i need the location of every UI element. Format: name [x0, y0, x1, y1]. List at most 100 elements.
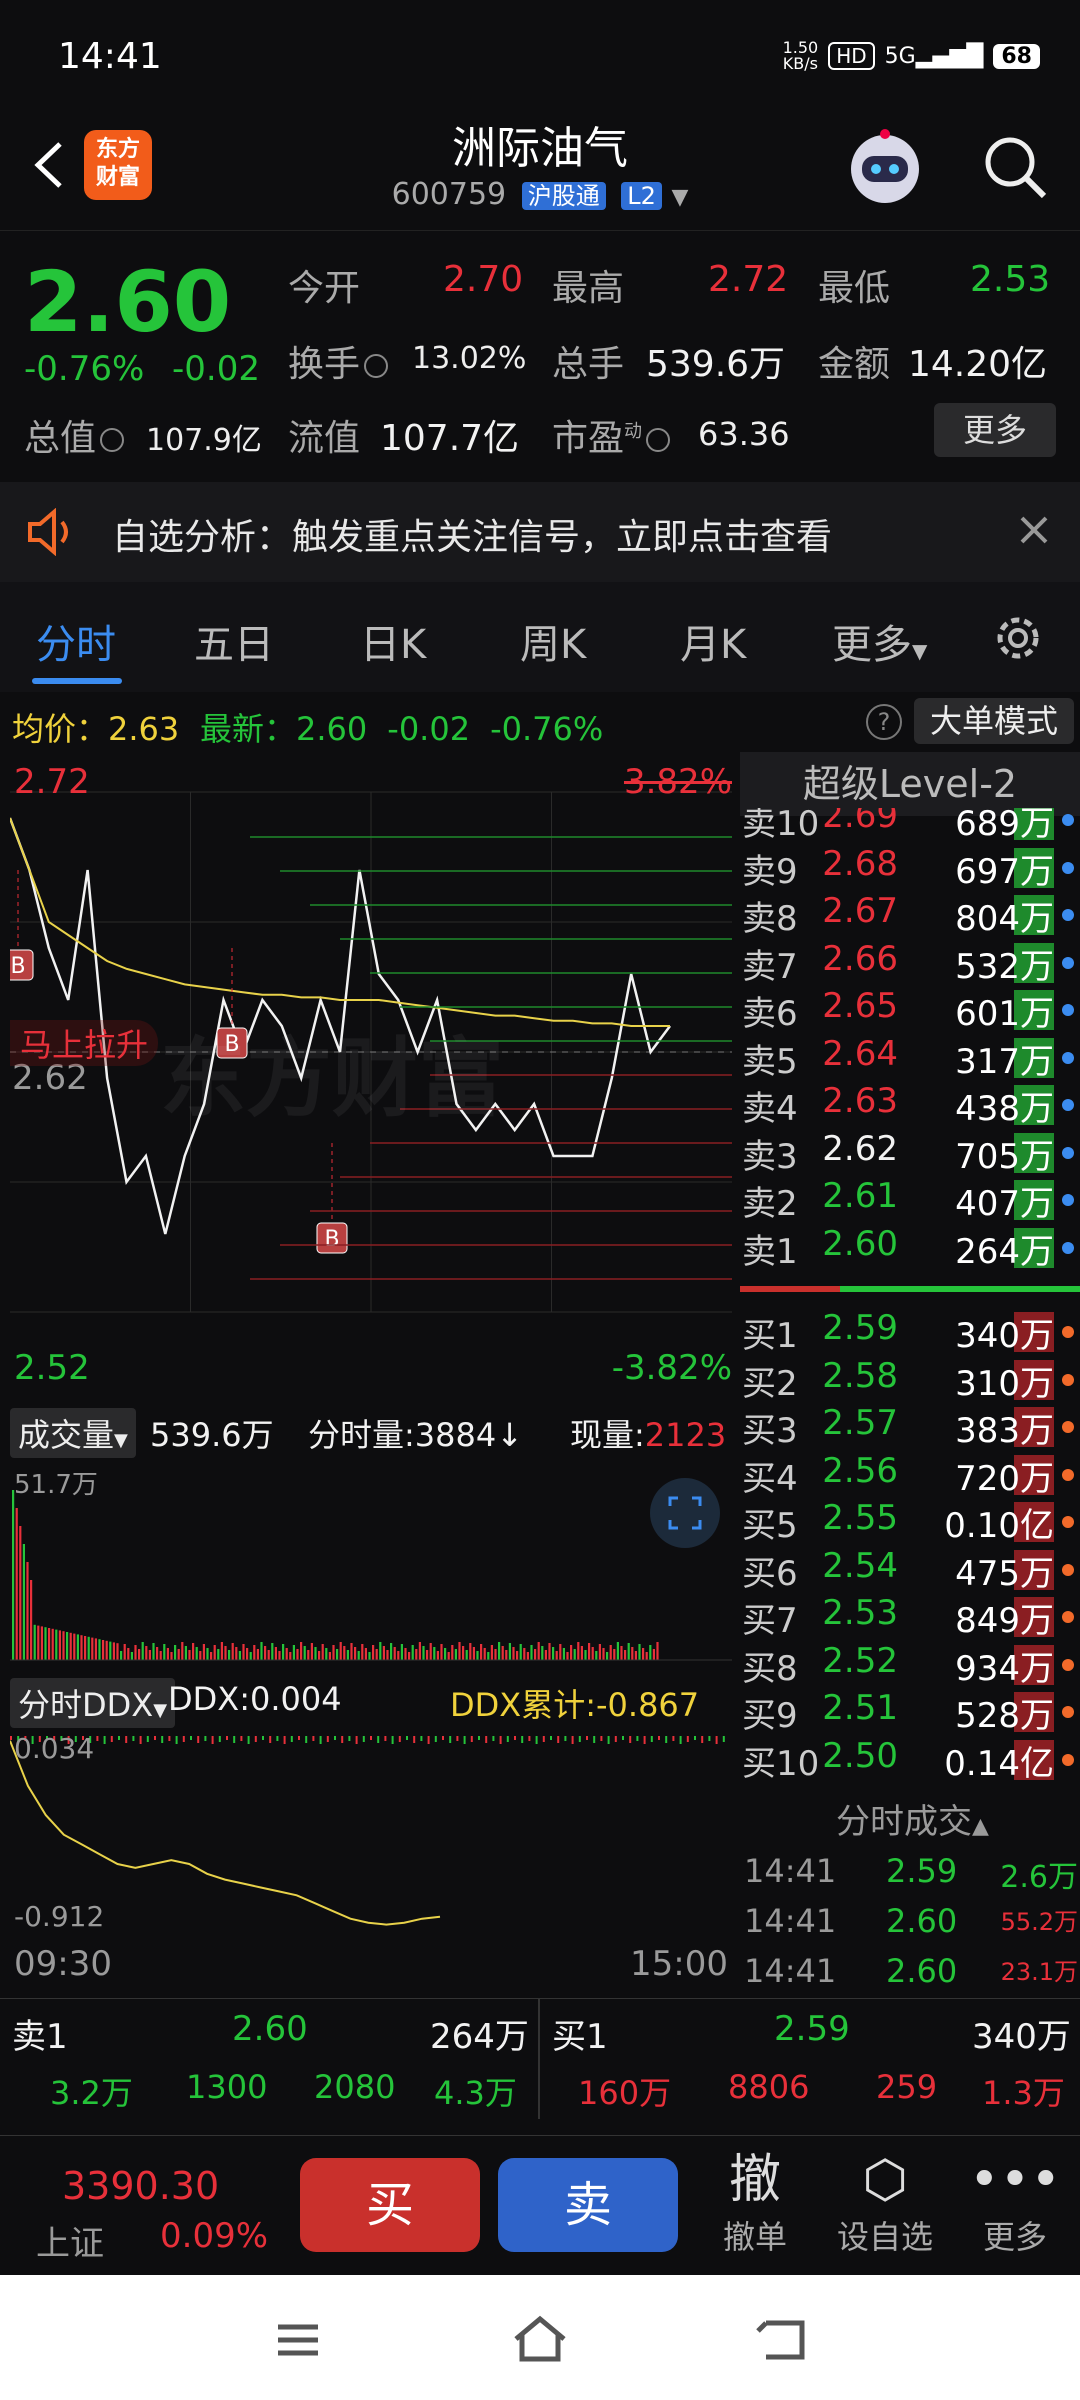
volume-bar: [386, 1650, 389, 1660]
tab-monthly-k[interactable]: 月K: [680, 612, 746, 670]
settings-gear-icon[interactable]: [990, 610, 1046, 666]
float-value: 107.7亿: [380, 418, 520, 459]
tab-five-day[interactable]: 五日: [194, 612, 274, 670]
bid-row[interactable]: 买5 2.55 0.10亿: [740, 1498, 1080, 1546]
header: 洲际油气 600759 沪股通 L2 ▼ 东方 财富: [0, 110, 1080, 230]
ddx-bar: [420, 1736, 423, 1741]
ddx-bar: [377, 1736, 380, 1743]
net-speed: 1.50 KB/s: [782, 38, 819, 73]
more-menu-button[interactable]: ••• 更多: [960, 2148, 1070, 2258]
bid-row[interactable]: 买10 2.50 0.14亿: [740, 1736, 1080, 1784]
ask-price: 2.61: [822, 1176, 898, 1216]
ask-dot-icon: [1062, 861, 1074, 874]
volume-bar: [271, 1643, 274, 1660]
volume-bar: [224, 1646, 227, 1660]
avg-price: 均价：2.63: [12, 710, 180, 748]
ask-row[interactable]: 卖9 2.68 697万: [740, 844, 1080, 892]
bid-row[interactable]: 买3 2.57 383万: [740, 1403, 1080, 1451]
volume-bar: [436, 1651, 439, 1660]
volume-bar: [55, 1629, 58, 1660]
volume-bar: [368, 1652, 371, 1660]
ask-row[interactable]: 卖2 2.61 407万: [740, 1176, 1080, 1224]
bottom-best-quote: 卖1 2.60 264万 买1 2.59 340万: [0, 1998, 1080, 2119]
close-icon[interactable]: [1014, 510, 1054, 550]
tab-intraday[interactable]: 分时: [36, 612, 116, 670]
bid-row[interactable]: 买2 2.58 310万: [740, 1356, 1080, 1404]
volume-bar: [440, 1644, 443, 1660]
ddx-bar: [427, 1736, 430, 1744]
ask-row[interactable]: 卖6 2.65 601万: [740, 986, 1080, 1034]
tab-weekly-k[interactable]: 周K: [520, 612, 586, 670]
order-book[interactable]: 超级Level-2 卖10 2.69 689万 卖9 2.68 697万 卖8 2.67 804…: [740, 752, 1080, 1992]
volume-bar: [40, 1626, 43, 1660]
bid-level-label: 买10: [742, 1743, 820, 1784]
buy-button[interactable]: 买: [300, 2158, 480, 2252]
volume-bar: [91, 1637, 94, 1660]
info-icon[interactable]: [364, 354, 389, 378]
ask-row[interactable]: 卖1 2.60 264万: [740, 1224, 1080, 1272]
more-quote-button[interactable]: 更多: [934, 403, 1056, 457]
bid-price: 2.55: [822, 1498, 898, 1538]
volume-bar: [318, 1651, 321, 1660]
ask-row[interactable]: 卖4 2.63 438万: [740, 1081, 1080, 1129]
signal-icon: 5G▂▄▆█: [884, 43, 984, 69]
volume-bar: [242, 1644, 245, 1660]
volume-bar: [73, 1633, 76, 1660]
status-icons: 1.50 KB/s HD 5G▂▄▆█ 68: [783, 40, 1040, 72]
cancel-order-button[interactable]: 撤 撤单: [700, 2148, 810, 2258]
trades-title[interactable]: 分时成交▲: [836, 1794, 989, 1843]
ddx-bar: [305, 1736, 308, 1743]
home-icon[interactable]: [508, 2309, 572, 2369]
ddx-selector[interactable]: 分时DDX▼: [10, 1678, 176, 1728]
info-icon[interactable]: [646, 428, 671, 452]
bid-row[interactable]: 买9 2.51 528万: [740, 1688, 1080, 1736]
back-icon[interactable]: [24, 130, 74, 200]
analysis-banner[interactable]: 自选分析：触发重点关注信号，立即点击查看: [0, 482, 1080, 582]
bid-row[interactable]: 买4 2.56 720万: [740, 1451, 1080, 1499]
big-order-mode-button[interactable]: 大单模式: [914, 698, 1074, 744]
ddx-bar: [370, 1736, 372, 1740]
ask-row[interactable]: 卖7 2.66 532万: [740, 939, 1080, 987]
menu-icon[interactable]: [268, 2315, 328, 2365]
intraday-chart[interactable]: BBB 2.72 3.82% 2.52 -3.82% 2.62 马上拉升 东方财…: [2, 752, 732, 1388]
ask-row[interactable]: 卖3 2.62 705万: [740, 1129, 1080, 1177]
ddx-bar: [312, 1736, 315, 1741]
volume-bar: [570, 1645, 573, 1660]
order-book-header[interactable]: 超级Level-2: [740, 752, 1080, 816]
volume-bar: [584, 1650, 587, 1660]
index-name[interactable]: 上证: [36, 2216, 104, 2265]
ask-row[interactable]: 卖8 2.67 804万: [740, 891, 1080, 939]
expand-icon[interactable]: [650, 1478, 720, 1548]
ddx-bar: [643, 1736, 646, 1744]
sell-button[interactable]: 卖: [498, 2158, 678, 2252]
help-icon[interactable]: ?: [866, 704, 902, 740]
tab-more[interactable]: 更多▼: [832, 612, 927, 670]
promo-tag[interactable]: 马上拉升: [10, 1020, 159, 1066]
volume-label: 总手: [552, 344, 625, 385]
turnover-value: 13.02%: [412, 341, 527, 376]
search-icon[interactable]: [976, 128, 1056, 208]
ddx-bar: [168, 1736, 171, 1741]
index-value[interactable]: 3390.30: [62, 2164, 219, 2208]
add-watchlist-button[interactable]: ⬡ 设自选: [830, 2148, 940, 2258]
bid-level-label: 买9: [742, 1696, 798, 1736]
bid-row[interactable]: 买7 2.53 849万: [740, 1593, 1080, 1641]
info-icon[interactable]: [100, 428, 125, 452]
bid-row[interactable]: 买8 2.52 934万: [740, 1641, 1080, 1689]
tab-daily-k[interactable]: 日K: [360, 612, 426, 670]
robot-assistant-icon[interactable]: [840, 124, 930, 214]
back-nav-icon[interactable]: [752, 2313, 812, 2367]
low-label: 最低: [818, 268, 891, 309]
volume-bar: [141, 1642, 144, 1660]
bid-row[interactable]: 买6 2.54 475万: [740, 1546, 1080, 1594]
ask-row[interactable]: 卖5 2.64 317万: [740, 1034, 1080, 1082]
low-value: 2.53: [970, 259, 1051, 300]
bid-price: 2.50: [822, 1735, 898, 1776]
ddx-bar: [708, 1736, 711, 1741]
volume-bar: [80, 1635, 83, 1660]
bid-volume: 849万: [955, 1601, 1054, 1641]
volume-selector[interactable]: 成交量▼: [10, 1408, 136, 1458]
volume-bar: [148, 1650, 151, 1660]
volume-bar: [44, 1627, 47, 1660]
bid-row[interactable]: 买1 2.59 340万: [740, 1308, 1080, 1356]
